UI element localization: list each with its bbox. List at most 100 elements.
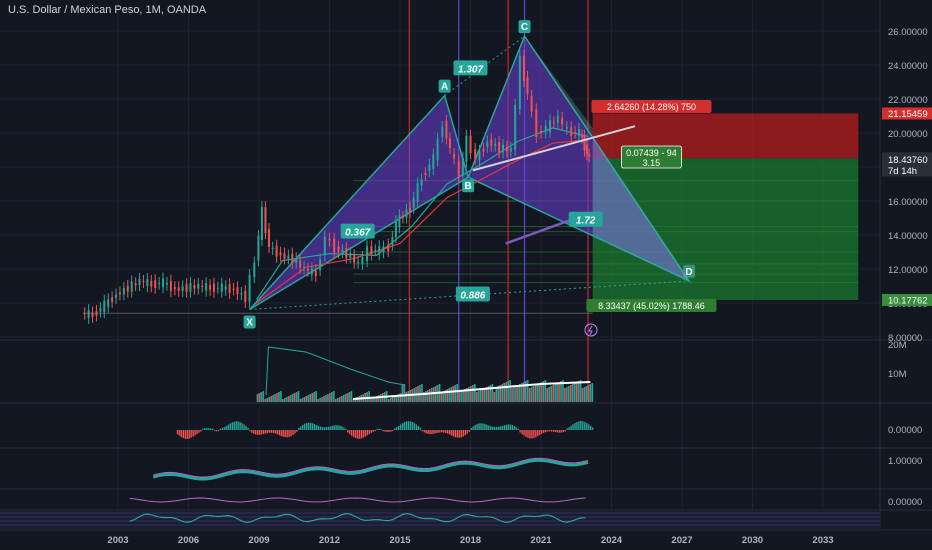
macd-bar bbox=[521, 430, 523, 435]
volume-bar bbox=[342, 395, 345, 402]
volume-bar bbox=[319, 398, 321, 402]
volume-bar bbox=[287, 396, 290, 402]
price-tick-0: 26.00000 bbox=[888, 27, 928, 38]
volume-bar bbox=[458, 392, 460, 402]
candle-body bbox=[126, 285, 129, 292]
volume-bar bbox=[315, 391, 317, 402]
macd-bar bbox=[306, 422, 308, 430]
candle-body bbox=[583, 135, 586, 151]
candle-body bbox=[408, 207, 411, 212]
macd-bar bbox=[501, 425, 504, 430]
volume-tick-1: 10M bbox=[888, 369, 907, 380]
macd-bar bbox=[427, 430, 429, 434]
candle-body bbox=[391, 237, 394, 245]
volume-bar bbox=[509, 380, 511, 402]
ratio-label: 0.367 bbox=[340, 223, 375, 239]
volume-bar bbox=[340, 396, 343, 402]
macd-bar bbox=[255, 430, 257, 435]
candle-body bbox=[457, 160, 460, 178]
macd-bar bbox=[302, 424, 304, 430]
volume-bar bbox=[333, 391, 335, 402]
price-label-text: 10.17762 bbox=[888, 295, 928, 306]
macd-bar bbox=[327, 426, 329, 430]
price-label-0: 21.15459 bbox=[882, 107, 932, 120]
macd-bar bbox=[439, 430, 441, 433]
candle-body bbox=[565, 127, 568, 129]
volume-bar bbox=[554, 384, 556, 402]
volume-bar bbox=[303, 397, 306, 402]
macd-bar bbox=[180, 430, 183, 438]
volume-bar bbox=[344, 394, 347, 402]
macd-bar bbox=[325, 427, 327, 430]
candle-body bbox=[570, 127, 573, 136]
candle-body bbox=[275, 245, 278, 257]
candle-body bbox=[319, 259, 322, 271]
volume-bar bbox=[430, 388, 433, 402]
macd-bar bbox=[212, 428, 214, 430]
volume-bar bbox=[427, 390, 429, 402]
macd-bar bbox=[443, 430, 445, 433]
volume-bar bbox=[472, 385, 474, 402]
volume-bar bbox=[513, 387, 515, 402]
candle-body bbox=[486, 141, 489, 148]
pattern-point-label: D bbox=[685, 267, 692, 278]
volume-bar bbox=[460, 391, 462, 402]
pattern-point-X: X bbox=[243, 315, 256, 329]
candle-body bbox=[205, 283, 208, 291]
volume-bar bbox=[309, 394, 312, 402]
macd-bar bbox=[257, 430, 259, 435]
volume-bar bbox=[405, 392, 408, 402]
macd-bar bbox=[366, 430, 369, 436]
candle-body bbox=[283, 253, 286, 259]
macd-bar bbox=[376, 428, 378, 430]
macd-bar bbox=[564, 430, 566, 432]
volume-bar bbox=[401, 385, 404, 402]
candle-body bbox=[518, 55, 521, 110]
macd-bar bbox=[396, 427, 398, 430]
time-tick-5: 2018 bbox=[460, 535, 481, 546]
macd-bar bbox=[515, 427, 517, 430]
candle-body bbox=[577, 128, 580, 137]
volume-bar bbox=[293, 393, 296, 402]
macd-bar bbox=[272, 430, 275, 434]
candle-body bbox=[448, 138, 451, 148]
candle-body bbox=[303, 266, 306, 268]
volume-bar bbox=[564, 388, 566, 402]
candle-body bbox=[165, 282, 168, 285]
macd-bar bbox=[415, 424, 418, 430]
macd-bar bbox=[311, 423, 314, 430]
chart-canvas[interactable]: X A B C D 0.367 1.307 0.886 1.72 2.64260 (14.28%)… bbox=[0, 0, 932, 550]
candle-body bbox=[574, 131, 577, 133]
volume-bar bbox=[301, 398, 304, 402]
macd-bar bbox=[206, 428, 208, 430]
candle-body bbox=[236, 287, 239, 295]
macd-bar bbox=[546, 430, 549, 432]
macd-bar bbox=[435, 430, 437, 434]
candle-body bbox=[394, 221, 397, 238]
center-label: 0.07439 - 943.15 bbox=[621, 145, 682, 169]
volume-bar bbox=[546, 388, 549, 402]
macd-bar bbox=[368, 430, 371, 434]
volume-bar bbox=[534, 385, 537, 402]
macd-bar bbox=[392, 430, 394, 432]
volume-bar bbox=[268, 397, 270, 402]
candle-body bbox=[287, 255, 290, 259]
ratio-label: 1.72 bbox=[568, 211, 603, 227]
candle-body bbox=[412, 197, 415, 208]
macd-bar bbox=[586, 423, 588, 430]
macd-bar bbox=[550, 430, 553, 432]
candle-body bbox=[118, 292, 121, 295]
macd-bar bbox=[419, 427, 421, 430]
candle-body bbox=[197, 283, 200, 289]
candle-body bbox=[552, 122, 555, 124]
macd-bar bbox=[450, 430, 453, 436]
time-tick-3: 2012 bbox=[319, 535, 340, 546]
volume-bar bbox=[334, 399, 337, 402]
volume-bar bbox=[552, 385, 554, 402]
candle-body bbox=[111, 297, 114, 302]
macd-bar bbox=[241, 423, 243, 430]
macd-bar bbox=[364, 430, 367, 437]
volume-bar bbox=[474, 384, 476, 402]
candle-body bbox=[253, 262, 256, 278]
macd-bar bbox=[578, 421, 580, 430]
